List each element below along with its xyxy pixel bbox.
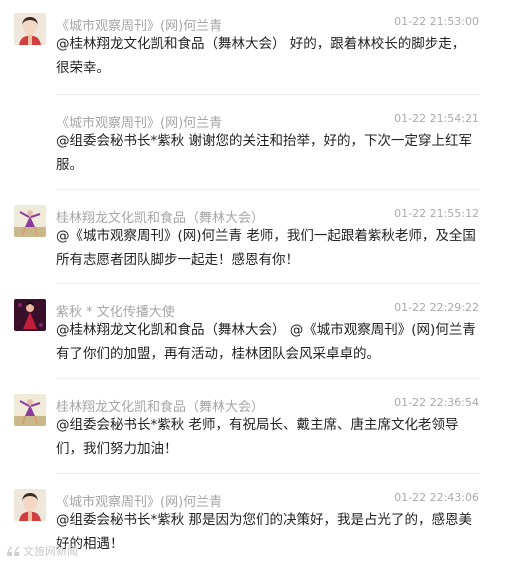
comment-time: 01-22 21:53:00 (394, 15, 479, 28)
comment-item-2: 《城市观察周刊》(网)何兰青 01-22 21:54:21 @组委会秘书长*紫秋… (0, 110, 509, 206)
divider (56, 94, 480, 95)
comment-time: 01-22 21:55:12 (394, 207, 479, 220)
divider (56, 189, 480, 190)
comment-time: 01-22 22:43:06 (394, 491, 479, 504)
comment-item-3: 桂林翔龙文化凯和食品（舞林大会） 01-22 21:55:12 @《城市观察周刊… (0, 205, 509, 301)
quote-mark-icon (7, 546, 19, 556)
comment-text: @桂林翔龙文化凯和食品（舞林大会） @《城市观察周刊》(网)何兰青 有了你们的加… (56, 322, 476, 362)
watermark: 文旅网新闻 (6, 543, 78, 559)
avatar-woman-portrait[interactable] (14, 13, 46, 45)
comment-time: 01-22 21:54:21 (394, 112, 479, 125)
divider (56, 283, 480, 284)
comment-item-4: 紫秋 * 文化传播大使 01-22 22:29:22 @桂林翔龙文化凯和食品（舞… (0, 299, 509, 395)
comment-text: @组委会秘书长*紫秋 谢谢您的关注和抬举，好的，下次一定穿上红军服。 (56, 133, 473, 173)
watermark-text: 文旅网新闻 (23, 545, 78, 558)
comment-text: @桂林翔龙文化凯和食品（舞林大会） 好的，跟着林校长的脚步走，很荣幸。 (56, 36, 466, 76)
comment-item-6: 《城市观察周刊》(网)何兰青 01-22 22:43:06 @组委会秘书长*紫秋… (0, 489, 509, 585)
comment-text: @组委会秘书长*紫秋 那是因为您们的决策好，我是占光了的，感恩美好的相遇！ (56, 512, 473, 552)
comment-time: 01-22 22:36:54 (394, 396, 479, 409)
avatar-woman-portrait[interactable] (14, 489, 46, 521)
comment-text: @组委会秘书长*紫秋 老师，有祝局长、戴主席、唐主席文化老领导们，我们努力加油！ (56, 417, 459, 457)
comment-item-5: 桂林翔龙文化凯和食品（舞林大会） 01-22 22:36:54 @组委会秘书长*… (0, 394, 509, 490)
avatar-dancer-purple[interactable] (14, 205, 46, 237)
comment-text: @《城市观察周刊》(网)何兰青 老师，我们一起跟着紫秋老师，及全国所有志愿者团队… (56, 228, 476, 268)
comment-time: 01-22 22:29:22 (394, 301, 479, 314)
divider (56, 473, 480, 474)
avatar-performer-red[interactable] (14, 299, 46, 331)
divider (56, 378, 480, 379)
avatar-dancer-purple[interactable] (14, 394, 46, 426)
